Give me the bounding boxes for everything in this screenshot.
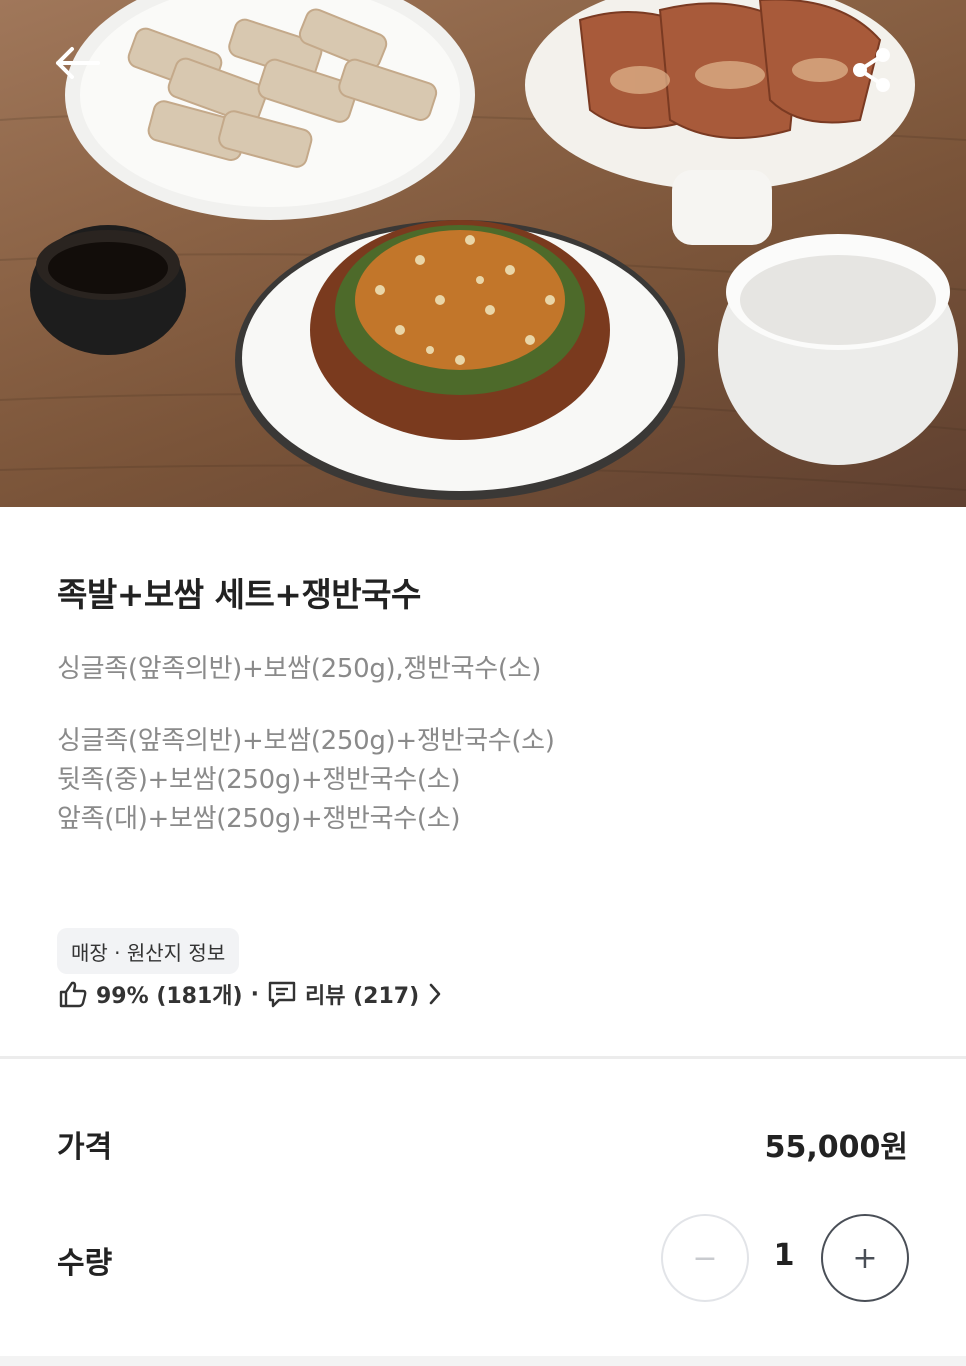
comment-icon (267, 979, 297, 1009)
section-divider (0, 1056, 966, 1059)
option-line: 앞족(대)+보쌈(250g)+쟁반국수(소) (57, 804, 461, 834)
option-line: 싱글족(앞족의반)+보쌈(250g)+쟁반국수(소) (57, 726, 555, 756)
product-description: 싱글족(앞족의반)+보쌈(250g),쟁반국수(소) (57, 654, 542, 684)
stats-separator: · (250, 981, 259, 1007)
product-title: 족발+보쌈 세트+쟁반국수 (57, 575, 421, 614)
increase-quantity-button[interactable]: + (821, 1214, 909, 1302)
bottom-divider (0, 1356, 966, 1366)
quantity-label: 수량 (57, 1246, 113, 1281)
product-hero-image (0, 0, 966, 507)
review-count-link[interactable]: 리뷰 (217) (305, 978, 419, 1010)
rating-review-bar[interactable]: 99% (181개) · 리뷰 (217) (58, 977, 443, 1011)
share-icon (853, 48, 890, 92)
decrease-quantity-button[interactable]: − (661, 1214, 749, 1302)
product-options-list: 싱글족(앞족의반)+보쌈(250g)+쟁반국수(소) 뒷족(중)+보쌈(250g… (57, 722, 555, 839)
like-rate-text: 99% (181개) (96, 984, 243, 1009)
share-button[interactable] (850, 46, 910, 106)
price-label: 가격 (57, 1130, 113, 1165)
price-value: 55,000원 (764, 1130, 908, 1165)
quantity-value: 1 (773, 1238, 795, 1273)
store-origin-info-button[interactable]: 매장 · 원산지 정보 (57, 928, 240, 974)
back-button[interactable] (54, 46, 114, 106)
chevron-right-icon (427, 982, 443, 1006)
thumbs-up-icon (58, 980, 88, 1008)
option-line: 뒷족(중)+보쌈(250g)+쟁반국수(소) (57, 765, 461, 795)
arrow-left-icon (56, 47, 100, 79)
food-photo (0, 0, 966, 500)
